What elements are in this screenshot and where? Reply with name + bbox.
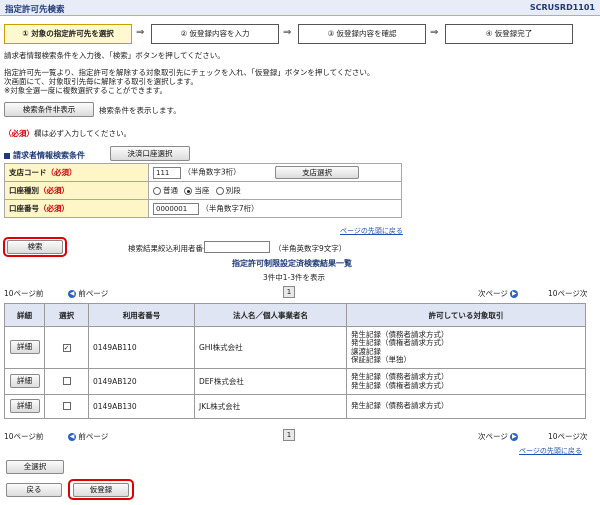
pager-next-link[interactable]: 次ページ ▶ bbox=[478, 288, 519, 299]
col-company-name: 法人名／個人事業者名 bbox=[194, 303, 347, 327]
arrow-left-icon[interactable]: ◀ bbox=[68, 290, 76, 298]
step-2: ② 仮登録内容を入力 bbox=[151, 24, 279, 44]
branch-code-hint: （半角数字3桁） bbox=[183, 167, 241, 177]
select-all-button[interactable]: 全選択 bbox=[6, 460, 64, 474]
branch-select-button[interactable]: 支店選択 bbox=[275, 166, 360, 179]
branch-code-cell: 111 （半角数字3桁） 支店選択 bbox=[148, 163, 402, 182]
user-number: 0149AB130 bbox=[88, 394, 195, 419]
search-section-label: 請求者情報検索条件 bbox=[13, 151, 85, 160]
user-number: 0149AB110 bbox=[88, 326, 195, 369]
back-to-top-link[interactable]: ページの先頭に戻る bbox=[340, 226, 403, 236]
pager-next10-link[interactable]: 10ページ次 bbox=[548, 431, 587, 442]
hide-search-conditions-button[interactable]: 検索条件非表示 bbox=[4, 102, 94, 117]
required-note: （必須）欄は必ず入力してください。 bbox=[4, 128, 131, 139]
pager-next10-link[interactable]: 10ページ次 bbox=[548, 288, 587, 299]
company-name: GHI株式会社 bbox=[194, 326, 347, 369]
detail-button[interactable]: 詳細 bbox=[9, 339, 40, 354]
step-arrow-icon: ⇒ bbox=[283, 27, 292, 38]
table-row: 詳細 0149AB130 JKL株式会社 発生記録（債務者請求方式） bbox=[4, 394, 586, 419]
intro-line: 請求者情報検索条件を入力後、「検索」ボタンを押してください。 bbox=[4, 51, 225, 60]
step-4: ④ 仮登録完了 bbox=[445, 24, 573, 44]
pager-prev10-link[interactable]: 10ページ前 bbox=[4, 431, 43, 442]
results-count: 3件中1-3件を表示 bbox=[263, 273, 326, 282]
step-arrow-icon: ⇒ bbox=[136, 27, 145, 38]
screen-id: SCRUSRD1101 bbox=[529, 3, 595, 12]
account-number-hint: （半角数字7桁） bbox=[201, 203, 259, 213]
required-note-text: 欄は必ず入力してください。 bbox=[34, 129, 132, 138]
branch-code-input[interactable]: 111 bbox=[153, 166, 181, 179]
arrow-left-icon[interactable]: ◀ bbox=[68, 433, 76, 441]
col-user-number: 利用者番号 bbox=[88, 303, 195, 327]
results-table: 詳細 選択 利用者番号 法人名／個人事業者名 許可している対象取引 詳細 ✓ 0… bbox=[4, 303, 586, 419]
arrow-right-icon[interactable]: ▶ bbox=[510, 433, 519, 441]
provisional-register-button[interactable]: 仮登録 bbox=[73, 483, 129, 497]
table-row: 詳細 0149AB120 DEF株式会社 発生記録（債務者請求方式） 発生記録（… bbox=[4, 368, 586, 395]
user-number: 0149AB120 bbox=[88, 368, 195, 395]
col-detail: 詳細 bbox=[4, 303, 45, 327]
branch-code-label: 支店コード（必須） bbox=[4, 163, 149, 182]
company-name: JKL株式会社 bbox=[194, 394, 347, 419]
account-number-cell: 0000001 （半角数字7桁） bbox=[148, 199, 402, 218]
col-select: 選択 bbox=[44, 303, 89, 327]
account-type-row: 口座種別（必須） 普通 当座 別段 bbox=[4, 181, 402, 200]
account-number-label: 口座番号（必須） bbox=[4, 199, 149, 218]
search-section-title: 請求者情報検索条件 bbox=[4, 150, 85, 161]
pager-prev10-link[interactable]: 10ページ前 bbox=[4, 288, 43, 299]
pager-prev-link[interactable]: ◀ 前ページ bbox=[68, 288, 108, 299]
search-toggle-desc: 検索条件を表示します。 bbox=[99, 106, 181, 115]
select-checkbox[interactable] bbox=[62, 376, 71, 385]
radio-betsudan[interactable]: 別段 bbox=[215, 186, 241, 195]
title-bar: 指定許可先検索 SCRUSRD1101 bbox=[0, 0, 600, 16]
select-checkbox[interactable] bbox=[62, 401, 71, 410]
permitted-trades: 発生記録（債務者請求方式） 発生記録（債権者請求方式） 譲渡記録 保証記録（単独… bbox=[346, 326, 586, 369]
back-to-top-link[interactable]: ページの先頭に戻る bbox=[519, 446, 582, 456]
branch-code-row: 支店コード（必須） 111 （半角数字3桁） 支店選択 bbox=[4, 163, 402, 182]
square-bullet-icon bbox=[4, 152, 10, 159]
radio-icon[interactable] bbox=[153, 187, 161, 195]
radio-futsu[interactable]: 普通 bbox=[153, 186, 178, 195]
intro-note: ※対象全選一度に複数選択することができます。 bbox=[4, 86, 168, 95]
refine-hint: （半角英数字9文字） bbox=[274, 244, 347, 253]
step-arrow-icon: ⇒ bbox=[430, 27, 439, 38]
account-select-button[interactable]: 決済口座選択 bbox=[110, 146, 190, 161]
account-number-row: 口座番号（必須） 0000001 （半角数字7桁） bbox=[4, 199, 402, 218]
refine-label: 検索結果絞込利用者番号 bbox=[128, 244, 211, 253]
results-header-row: 詳細 選択 利用者番号 法人名／個人事業者名 許可している対象取引 bbox=[4, 303, 586, 327]
page-number[interactable]: 1 bbox=[283, 429, 295, 441]
account-number-input[interactable]: 0000001 bbox=[153, 202, 199, 215]
account-type-cell: 普通 当座 別段 bbox=[148, 181, 402, 200]
permitted-trades: 発生記録（債務者請求方式） 発生記録（債権者請求方式） bbox=[346, 368, 586, 395]
step-3: ③ 仮登録内容を確認 bbox=[298, 24, 426, 44]
arrow-right-icon[interactable]: ▶ bbox=[510, 290, 519, 298]
page-title: 指定許可先検索 bbox=[5, 5, 65, 15]
refine-user-number-input[interactable] bbox=[204, 241, 270, 253]
account-type-label: 口座種別（必須） bbox=[4, 181, 149, 200]
step-1: ① 対象の指定許可先を選択 bbox=[4, 24, 132, 44]
radio-icon[interactable] bbox=[215, 187, 224, 195]
pager-next-link[interactable]: 次ページ ▶ bbox=[478, 431, 519, 442]
select-checkbox[interactable]: ✓ bbox=[62, 344, 71, 352]
detail-button[interactable]: 詳細 bbox=[9, 373, 40, 388]
detail-button[interactable]: 詳細 bbox=[9, 398, 40, 413]
back-button[interactable]: 戻る bbox=[6, 483, 62, 497]
results-title: 指定許可制限設定済検索結果一覧 bbox=[232, 259, 352, 268]
page-number[interactable]: 1 bbox=[283, 286, 295, 298]
search-form: 支店コード（必須） 111 （半角数字3桁） 支店選択 口座種別（必須） 普通 … bbox=[4, 163, 402, 218]
radio-toza[interactable]: 当座 bbox=[184, 186, 209, 195]
permitted-trades: 発生記録（債務者請求方式） bbox=[346, 394, 586, 419]
col-permitted-trades: 許可している対象取引 bbox=[346, 303, 586, 327]
radio-selected-icon[interactable] bbox=[184, 187, 193, 195]
required-mark: （必須） bbox=[4, 129, 34, 138]
company-name: DEF株式会社 bbox=[194, 368, 347, 395]
pager-prev-link[interactable]: ◀ 前ページ bbox=[68, 431, 108, 442]
table-row: 詳細 ✓ 0149AB110 GHI株式会社 発生記録（債務者請求方式） 発生記… bbox=[4, 326, 586, 369]
search-button[interactable]: 検索 bbox=[7, 240, 63, 254]
